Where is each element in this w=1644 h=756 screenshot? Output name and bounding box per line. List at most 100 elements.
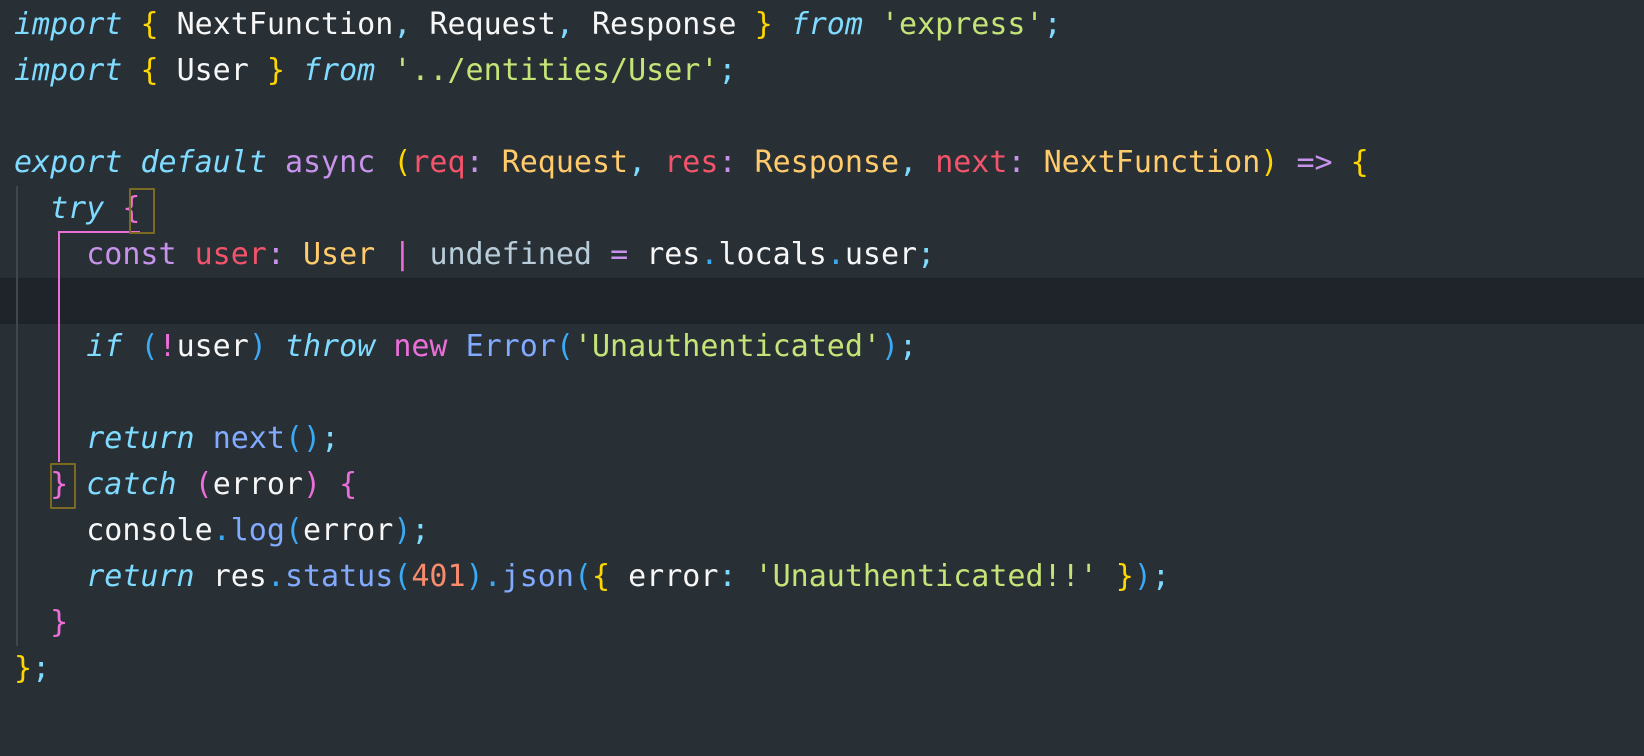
- indent-guide-level-1: [16, 186, 18, 646]
- code-token: try: [50, 191, 105, 226]
- code-token: 401: [411, 559, 466, 594]
- code-line[interactable]: import { NextFunction, Request, Response…: [0, 2, 1644, 48]
- code-token: undefined: [429, 237, 592, 272]
- code-token: User: [303, 237, 376, 272]
- code-token: user: [176, 329, 249, 364]
- code-line[interactable]: export default async (req: Request, res:…: [0, 140, 1644, 186]
- code-line[interactable]: [0, 692, 1644, 738]
- code-token: }: [50, 467, 69, 502]
- code-token: User: [176, 53, 249, 88]
- code-token: from: [303, 53, 376, 88]
- code-token: (: [573, 559, 592, 594]
- code-token: console: [86, 513, 213, 548]
- code-token: ): [303, 421, 322, 456]
- code-token: NextFunction: [176, 7, 394, 42]
- code-line[interactable]: try {: [0, 186, 1644, 232]
- code-token: ,: [393, 7, 412, 42]
- code-line[interactable]: [0, 94, 1644, 140]
- code-token: from: [790, 7, 863, 42]
- code-line[interactable]: } catch (error) {: [0, 462, 1644, 508]
- code-token: req: [411, 145, 466, 180]
- code-line[interactable]: import { User } from '../entities/User';: [0, 48, 1644, 94]
- code-token: res: [646, 237, 701, 272]
- code-line[interactable]: const user: User | undefined = res.local…: [0, 232, 1644, 278]
- code-token: ): [303, 467, 322, 502]
- code-line[interactable]: [0, 278, 1644, 324]
- code-line[interactable]: [0, 370, 1644, 416]
- code-token: :: [718, 145, 737, 180]
- code-token: :: [266, 237, 285, 272]
- code-token: error: [303, 513, 394, 548]
- code-token: {: [1350, 145, 1369, 180]
- code-token: catch: [86, 467, 177, 502]
- code-token: user: [844, 237, 918, 272]
- code-token: new: [393, 329, 448, 364]
- code-line[interactable]: return next();: [0, 416, 1644, 462]
- code-token: Request: [501, 145, 629, 180]
- code-token: .: [212, 513, 231, 548]
- code-token: {: [140, 53, 159, 88]
- code-token: =: [610, 237, 629, 272]
- code-token: (: [284, 421, 303, 456]
- code-token: !: [158, 329, 177, 364]
- code-token: error: [628, 559, 719, 594]
- code-editor[interactable]: import { NextFunction, Request, Response…: [0, 0, 1644, 756]
- code-token: 'Unauthenticated!!': [754, 559, 1098, 594]
- code-token: locals: [718, 237, 827, 272]
- code-token: ;: [1151, 559, 1170, 594]
- code-token: ): [465, 559, 484, 594]
- code-token: ): [1133, 559, 1152, 594]
- code-token: return: [86, 559, 195, 594]
- code-token: import: [14, 7, 123, 42]
- code-line[interactable]: }: [0, 600, 1644, 646]
- code-token: Request: [429, 7, 556, 42]
- code-token: const: [86, 237, 177, 272]
- code-token: :: [1007, 145, 1026, 180]
- code-token: 'Unauthenticated': [573, 329, 881, 364]
- code-token: NextFunction: [1043, 145, 1261, 180]
- code-token: .: [700, 237, 719, 272]
- code-line[interactable]: if (!user) throw new Error('Unauthentica…: [0, 324, 1644, 370]
- code-token: throw: [284, 329, 376, 364]
- code-line[interactable]: console.log(error);: [0, 508, 1644, 554]
- code-token: ;: [1043, 7, 1062, 42]
- code-line[interactable]: };: [0, 646, 1644, 692]
- code-token: Error: [465, 329, 556, 364]
- code-token: return: [86, 421, 195, 456]
- code-token: next: [935, 145, 1008, 180]
- code-token: ): [880, 329, 900, 364]
- code-token: export: [14, 145, 123, 180]
- code-token: (: [555, 329, 574, 364]
- code-token: 'express': [881, 7, 1044, 42]
- active-indent-guide-vertical: [58, 231, 60, 462]
- code-token: default: [140, 145, 267, 180]
- code-token: }: [266, 53, 285, 88]
- code-line[interactable]: return res.status(401).json({ error: 'Un…: [0, 554, 1644, 600]
- code-token: {: [592, 559, 611, 594]
- code-token: (: [140, 329, 159, 364]
- code-token: res: [664, 145, 719, 180]
- code-token: (: [393, 559, 412, 594]
- code-token: ): [248, 329, 267, 364]
- code-text-surface[interactable]: import { NextFunction, Request, Response…: [0, 0, 1644, 756]
